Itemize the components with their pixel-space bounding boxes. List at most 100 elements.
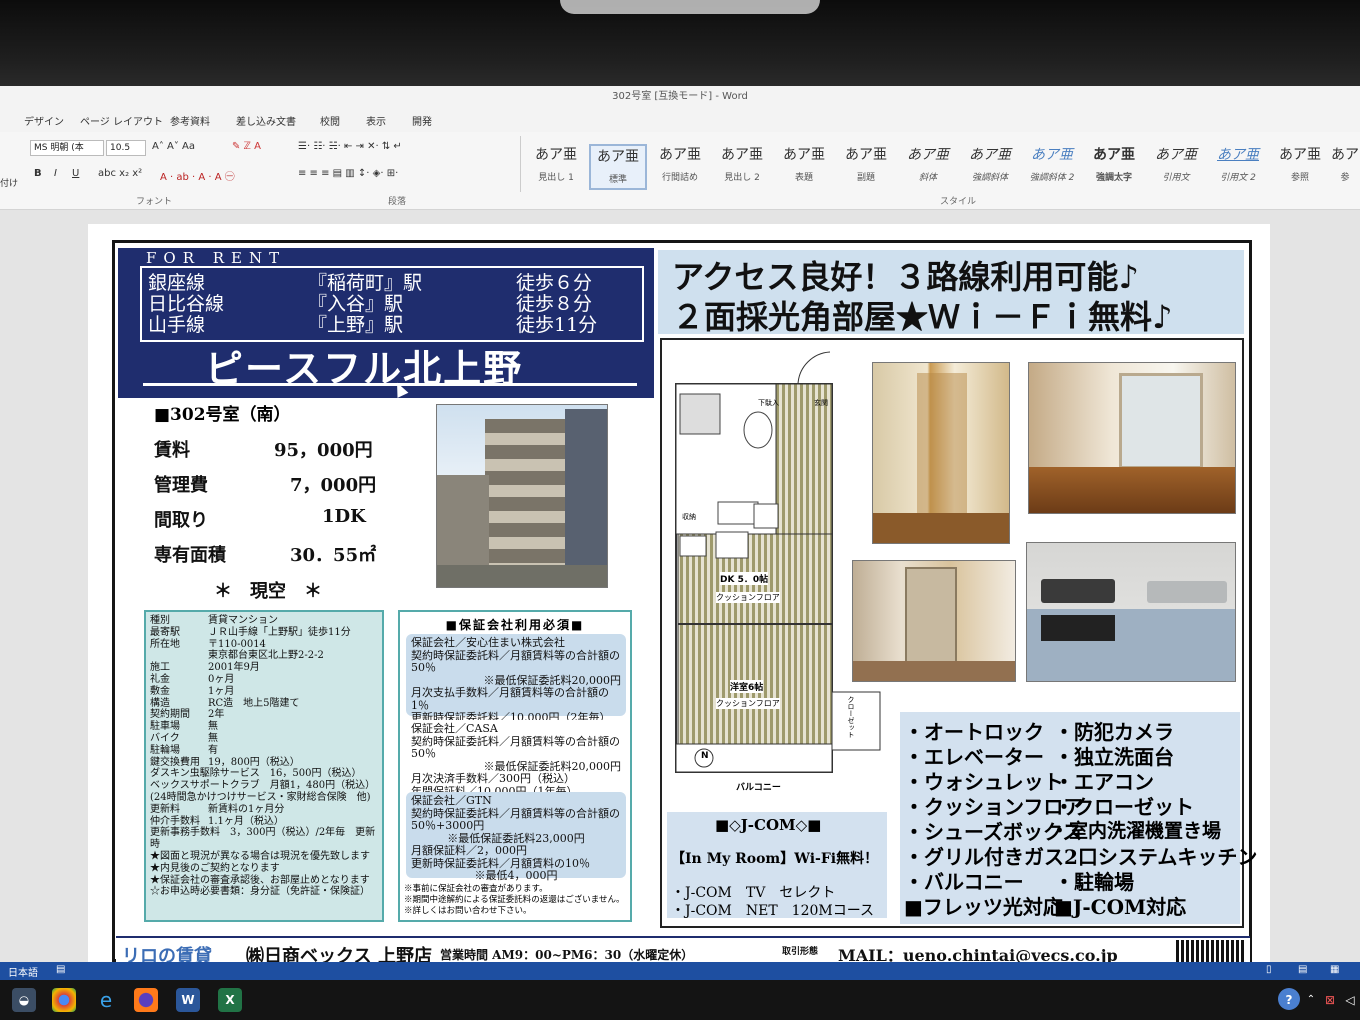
detail-row: 構造 RC造 地上5階建て xyxy=(150,698,378,710)
style-normal[interactable]: あア亜 標準 xyxy=(589,144,647,190)
underline-button[interactable]: U xyxy=(72,168,79,179)
guarantee-block: 保証会社／GTN 契約時保証委託料／月額賃料等の合計額の50％+3000円 ※最… xyxy=(406,792,626,882)
font-color-icons[interactable]: A · ab · A · A ㊀ xyxy=(160,168,235,183)
jcom-box: ■◇J-COM◇■ 【In My Room】Wi-Fi無料！ ・J-COM TV… xyxy=(667,812,887,919)
layout-value: 1DK xyxy=(322,506,366,527)
detail-value: 無 xyxy=(208,732,218,744)
chrome-icon[interactable] xyxy=(52,988,76,1012)
style-label: 副題 xyxy=(856,173,875,183)
detail-value: (24時間急かけつけサービス・家財総合保険 他) xyxy=(150,791,371,803)
closet-photo xyxy=(872,362,1010,544)
style-sample: あア亜 xyxy=(597,149,639,165)
excel-icon[interactable]: X xyxy=(218,988,242,1012)
style-emphasis-intense[interactable]: あア亜 強調斜体 2 xyxy=(1023,144,1081,190)
internet-explorer-icon[interactable]: e xyxy=(94,988,118,1012)
guarantee-note: ※期間中途解約による保証委託料の返還はございません。 xyxy=(404,895,625,905)
detail-value: 新賃料の1ヶ月分 xyxy=(208,803,285,815)
print-layout-icon[interactable]: ▤ xyxy=(1298,964,1307,975)
style-sample: あア亜 xyxy=(1155,147,1197,163)
macro-icon[interactable]: ▤ xyxy=(56,964,65,975)
style-subtitle[interactable]: あア亜 副題 xyxy=(837,144,895,190)
style-emphasis[interactable]: あア亜 強調斜体 xyxy=(961,144,1019,190)
style-sample: あア亜 xyxy=(845,147,887,163)
rent-label: 賃料 xyxy=(154,440,190,461)
help-icon[interactable]: ? xyxy=(1278,988,1300,1010)
floor-entrance: 玄関 xyxy=(814,399,828,407)
guarantee-line: 月次支払手数料／月額賃料等の合計額の1％ xyxy=(411,686,609,712)
detail-value: ★図面と現況が異なる場合は現況を優先致します xyxy=(150,850,370,862)
word-icon[interactable]: W xyxy=(176,988,200,1012)
group-font-label: フォント xyxy=(136,197,173,207)
style-sample: あア亜 xyxy=(1279,147,1321,163)
tab-references[interactable]: 参考資料 xyxy=(170,113,210,128)
guarantee-line: 保証会社／安心住まい株式会社 xyxy=(411,636,565,649)
bold-button[interactable]: B xyxy=(34,168,42,179)
style-label: 見出し 1 xyxy=(538,173,574,183)
layout-label: 間取り xyxy=(154,510,208,531)
italic-button[interactable]: I xyxy=(54,168,57,179)
detail-value: 賃貸マンション xyxy=(208,615,278,626)
floor-closet: クローゼット xyxy=(847,696,855,738)
style-title[interactable]: あア亜 表題 xyxy=(775,144,833,190)
status-bar: 日本語 ▤ ▯ ▤ ▦ xyxy=(0,962,1360,980)
living-room-photo xyxy=(1028,362,1236,514)
style-heading2[interactable]: あア亜 見出し 2 xyxy=(713,144,771,190)
headline-box: アクセス良好！３路線利用可能♪ ２面採光角部屋★Ｗｉ－Ｆｉ無料♪ xyxy=(658,250,1244,336)
style-quote2[interactable]: あア亜 引用文 2 xyxy=(1209,144,1267,190)
style-label: 引用文 xyxy=(1162,173,1190,183)
align-icons[interactable]: ≡ ≡ ≡ ▤ ▥ ↕· ◈· ⊞· xyxy=(298,168,398,179)
style-reference2[interactable]: あア参 xyxy=(1329,144,1360,190)
list-icons[interactable]: ☰· ☷· ☵· ⇤ ⇥ ✕· ⇅ ↵ xyxy=(298,141,402,152)
ribbon-tabs: デザイン ページ レイアウト 参考資料 差し込み文書 校閲 表示 開発 xyxy=(0,108,1360,132)
detail-value: 0ヶ月 xyxy=(208,673,235,685)
tab-page-layout[interactable]: ページ レイアウト xyxy=(80,113,163,128)
network-icon[interactable]: ⊠ xyxy=(1322,988,1338,1012)
tab-design[interactable]: デザイン xyxy=(24,113,64,128)
detail-row: (24時間急かけつけサービス・家財総合保険 他) xyxy=(150,792,378,804)
station-lines-box: 銀座線 『稲荷町』駅 徒歩６分 日比谷線 『入谷』駅 徒歩８分 山手線 『上野』… xyxy=(140,266,644,342)
style-reference[interactable]: あア亜 参照 xyxy=(1271,144,1329,190)
room-number: ■302号室（南） xyxy=(154,405,291,425)
style-strong[interactable]: あア亜 強調太字 xyxy=(1085,144,1143,190)
detail-value: 1ヶ月 xyxy=(208,685,235,697)
style-label: 強調太字 xyxy=(1095,173,1132,183)
chevron-up-icon[interactable]: ⌃ xyxy=(1304,988,1318,1012)
web-layout-icon[interactable]: ▦ xyxy=(1330,964,1339,975)
floor-balcony: バルコニー xyxy=(736,783,781,793)
style-heading1[interactable]: あア亜 見出し 1 xyxy=(527,144,585,190)
style-no-spacing[interactable]: あア亜 行間詰め xyxy=(651,144,709,190)
detail-value: RC造 地上5階建て xyxy=(208,697,300,709)
jcom-wifi: 【In My Room】Wi-Fi無料！ xyxy=(671,851,879,867)
tab-mailings[interactable]: 差し込み文書 xyxy=(236,113,296,128)
guarantee-line: 月次決済手数料／300円（税込） xyxy=(411,772,575,785)
grow-font-icon[interactable]: A˄ A˅ Aa xyxy=(152,141,195,152)
guarantee-line: 保証会社／GTN xyxy=(411,794,492,807)
clear-format-icon[interactable]: ✎ ℤ A xyxy=(232,141,261,152)
guarantee-notes: ※事前に保証会社の審査があります。 ※期間中途解約による保証委託料の返還はござい… xyxy=(404,884,630,917)
style-label: 斜体 xyxy=(918,173,937,183)
tab-developer[interactable]: 開発 xyxy=(412,113,432,128)
firefox-icon[interactable] xyxy=(134,988,158,1012)
style-gallery: あア亜 見出し 1 あア亜 標準 あア亜 行間詰め あア亜 見出し 2 あア亜 表題 あア… xyxy=(520,136,1360,192)
status-language: 日本語 xyxy=(8,968,38,979)
tab-view[interactable]: 表示 xyxy=(366,113,386,128)
detail-row: 敷金 1ヶ月 xyxy=(150,686,378,698)
read-mode-icon[interactable]: ▯ xyxy=(1266,964,1272,975)
font-name-select[interactable]: MS 明朝 (本 xyxy=(30,140,104,156)
style-sample: あア亜 xyxy=(969,147,1011,163)
style-sample: あア亜 xyxy=(659,147,701,163)
detail-key: 敷金 xyxy=(150,685,170,697)
style-emphasis-subtle[interactable]: あア亜 斜体 xyxy=(899,144,957,190)
style-label: 強調斜体 2 xyxy=(1029,173,1075,183)
guarantee-line: 契約時保証委託料／月額賃料等の合計額の50％+3000円 xyxy=(411,806,620,832)
feature-item: ■フレッツ光対応 xyxy=(904,895,1063,919)
tab-review[interactable]: 校閲 xyxy=(320,113,340,128)
detail-key: 礼金 xyxy=(150,673,170,685)
volume-icon[interactable]: ◁ xyxy=(1342,988,1358,1012)
strike-sub-sup-icons[interactable]: abc x₂ x² xyxy=(98,168,142,179)
app-icon[interactable]: ◒ xyxy=(12,988,36,1012)
style-quote[interactable]: あア亜 引用文 xyxy=(1147,144,1205,190)
property-details-box: 種別 賃貸マンション 最寄駅 ＪＲ山手線「上野駅」徒歩11分 所在地 〒110-001… xyxy=(144,610,384,922)
font-size-select[interactable]: 10.5 xyxy=(106,140,146,156)
building-underline xyxy=(143,383,637,386)
